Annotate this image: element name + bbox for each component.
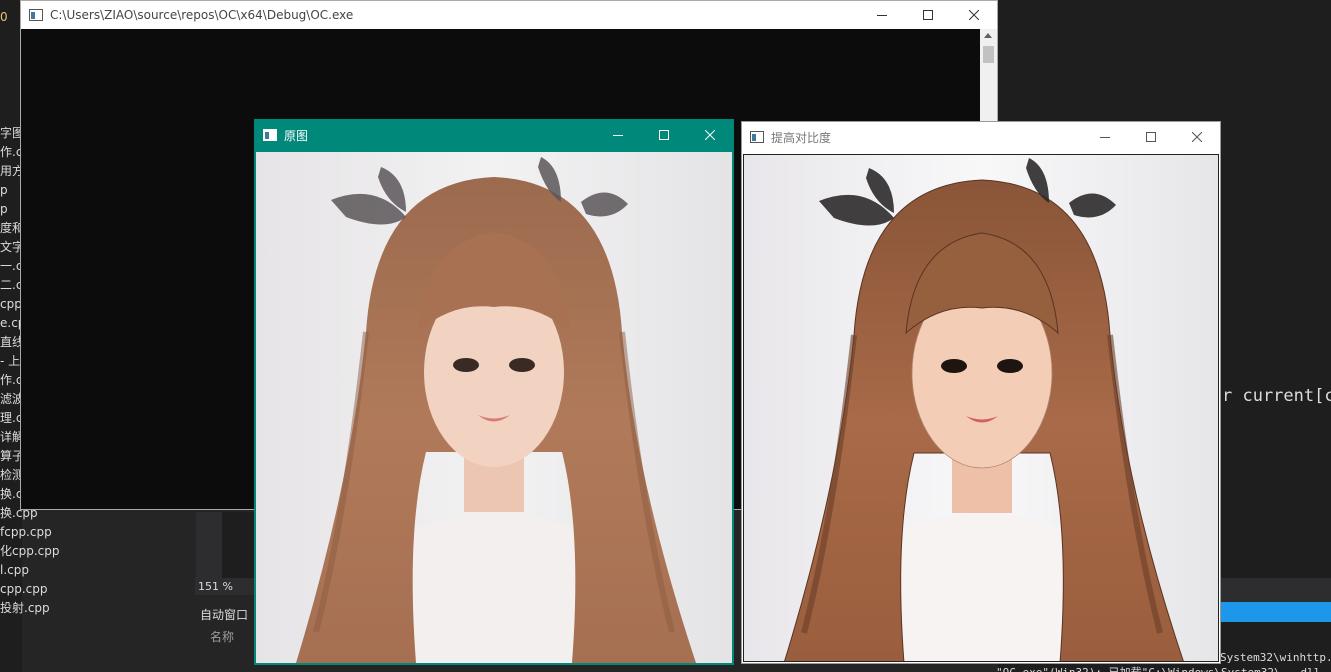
editor-fragment: [196, 512, 254, 578]
maximize-button[interactable]: [1128, 122, 1174, 152]
output-line: System32\winhttp.dl: [1220, 651, 1331, 664]
close-button[interactable]: [1174, 122, 1220, 152]
console-app-icon: [29, 9, 43, 21]
close-icon: [969, 10, 979, 20]
original-titlebar[interactable]: 原图: [255, 120, 733, 150]
close-button[interactable]: [951, 1, 997, 29]
output-line: "OC.exe"(Win32): 已加载"C:\Windows\System32…: [996, 664, 1320, 672]
autos-name-column[interactable]: 名称: [210, 628, 234, 645]
window-app-icon: [263, 129, 277, 141]
maximize-icon: [1146, 132, 1156, 142]
solution-item[interactable]: p: [0, 200, 8, 219]
maximize-icon: [923, 10, 933, 20]
ide-marker: 0: [0, 10, 8, 24]
minimize-button[interactable]: [1082, 122, 1128, 152]
console-titlebar[interactable]: C:\Users\ZIAO\source\repos\OC\x64\Debug\…: [21, 1, 997, 29]
solution-item[interactable]: cpp.cpp: [0, 580, 47, 599]
output-panel-header: [1220, 578, 1331, 602]
close-icon: [705, 130, 715, 140]
window-app-icon: [750, 131, 764, 143]
minimize-icon: [613, 135, 623, 136]
maximize-icon: [659, 130, 669, 140]
original-window-title: 原图: [284, 128, 309, 143]
solution-item[interactable]: cpp: [0, 295, 22, 314]
enhanced-portrait-image: [743, 154, 1219, 662]
solution-item[interactable]: 化cpp.cpp: [0, 542, 59, 561]
console-title: C:\Users\ZIAO\source\repos\OC\x64\Debug\…: [50, 8, 354, 22]
enhanced-titlebar[interactable]: 提高对比度: [742, 122, 1220, 152]
maximize-button[interactable]: [905, 1, 951, 29]
scroll-thumb[interactable]: [983, 46, 994, 63]
autos-window-title[interactable]: 自动窗口: [200, 606, 248, 623]
scroll-up-icon[interactable]: [984, 33, 992, 38]
solution-item[interactable]: - 上: [0, 352, 20, 371]
output-panel-tab[interactable]: [1220, 602, 1331, 622]
solution-item[interactable]: l.cpp: [0, 561, 29, 580]
desktop: 0 字图 作.cp 用方法 p p 度和 文字 一.cp 二.c cpp e.cp 直线 - 上作.c 滤…: [0, 0, 1331, 672]
enhanced-image-window[interactable]: 提高对比度: [741, 121, 1221, 664]
solution-item[interactable]: p: [0, 181, 8, 200]
solution-item[interactable]: fcpp.cpp: [0, 523, 52, 542]
original-portrait-image: [256, 152, 732, 663]
minimize-icon: [1100, 137, 1110, 138]
minimize-icon: [877, 15, 887, 16]
enhanced-window-title: 提高对比度: [771, 130, 832, 145]
portrait-photo-contrast: [744, 155, 1218, 661]
zoom-level-select[interactable]: 151 %: [195, 578, 255, 595]
original-image-window[interactable]: 原图: [254, 119, 734, 665]
minimize-button[interactable]: [859, 1, 905, 29]
minimize-button[interactable]: [595, 120, 641, 150]
maximize-button[interactable]: [641, 120, 687, 150]
close-icon: [1192, 132, 1202, 142]
close-button[interactable]: [687, 120, 733, 150]
editor-code-line: r current[co: [1222, 386, 1331, 406]
portrait-photo: [256, 152, 732, 663]
solution-item[interactable]: 投射.cpp: [0, 599, 50, 618]
